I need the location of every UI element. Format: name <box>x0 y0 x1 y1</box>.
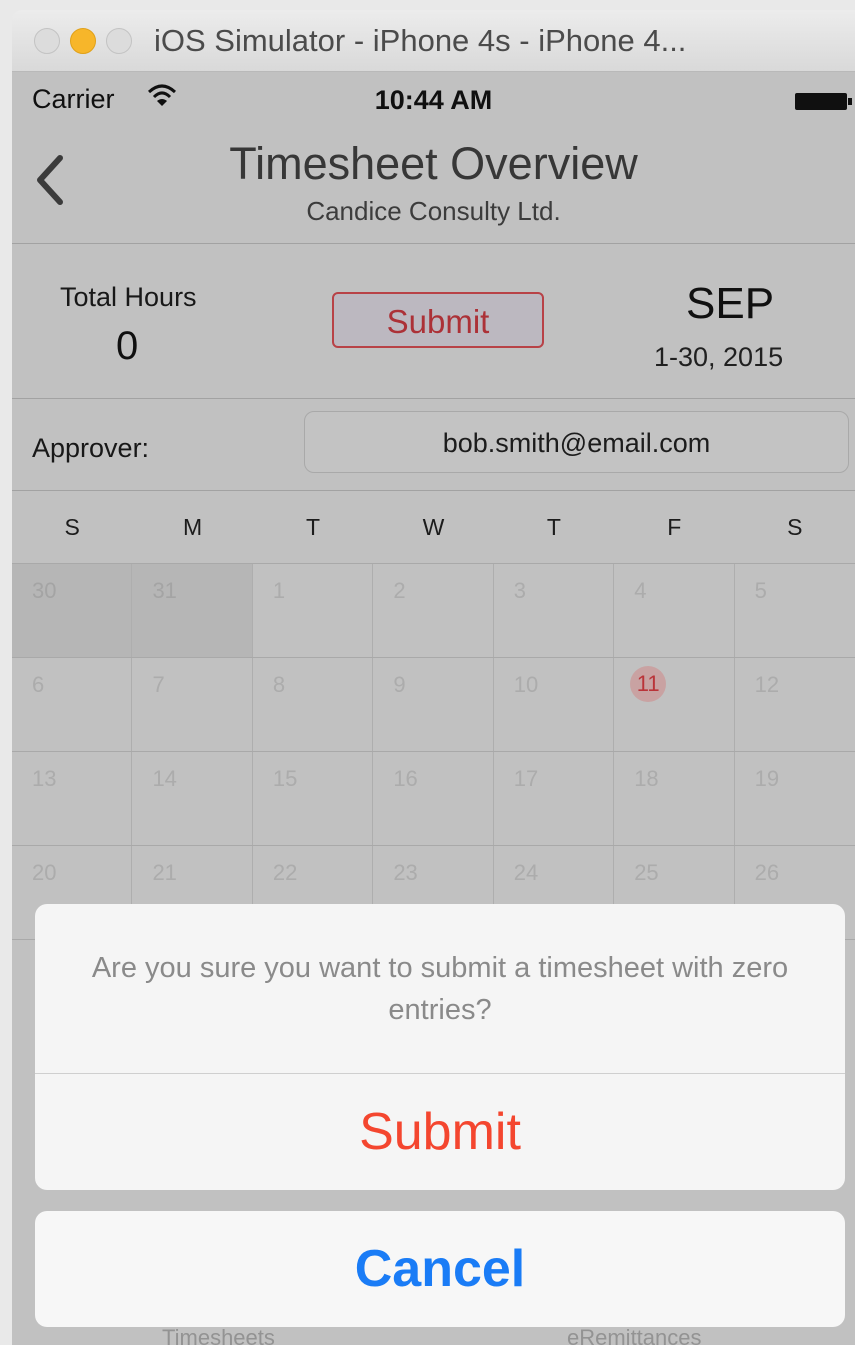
window-titlebar: iOS Simulator - iPhone 4s - iPhone 4... <box>12 10 855 72</box>
action-sheet-message: Are you sure you want to submit a timesh… <box>35 904 845 1074</box>
confirm-submit-action-sheet: Are you sure you want to submit a timesh… <box>35 904 845 1327</box>
minimize-window-button[interactable] <box>70 27 96 54</box>
confirm-submit-button[interactable]: Submit <box>35 1074 845 1190</box>
close-window-button[interactable] <box>34 27 60 54</box>
zoom-window-button[interactable] <box>106 27 132 54</box>
simulator-screen: Carrier 10:44 AM Timesheet Overview Cand… <box>12 72 855 1345</box>
cancel-button[interactable]: Cancel <box>35 1211 845 1327</box>
window-title: iOS Simulator - iPhone 4s - iPhone 4... <box>154 22 687 58</box>
action-sheet-group: Are you sure you want to submit a timesh… <box>35 904 845 1190</box>
